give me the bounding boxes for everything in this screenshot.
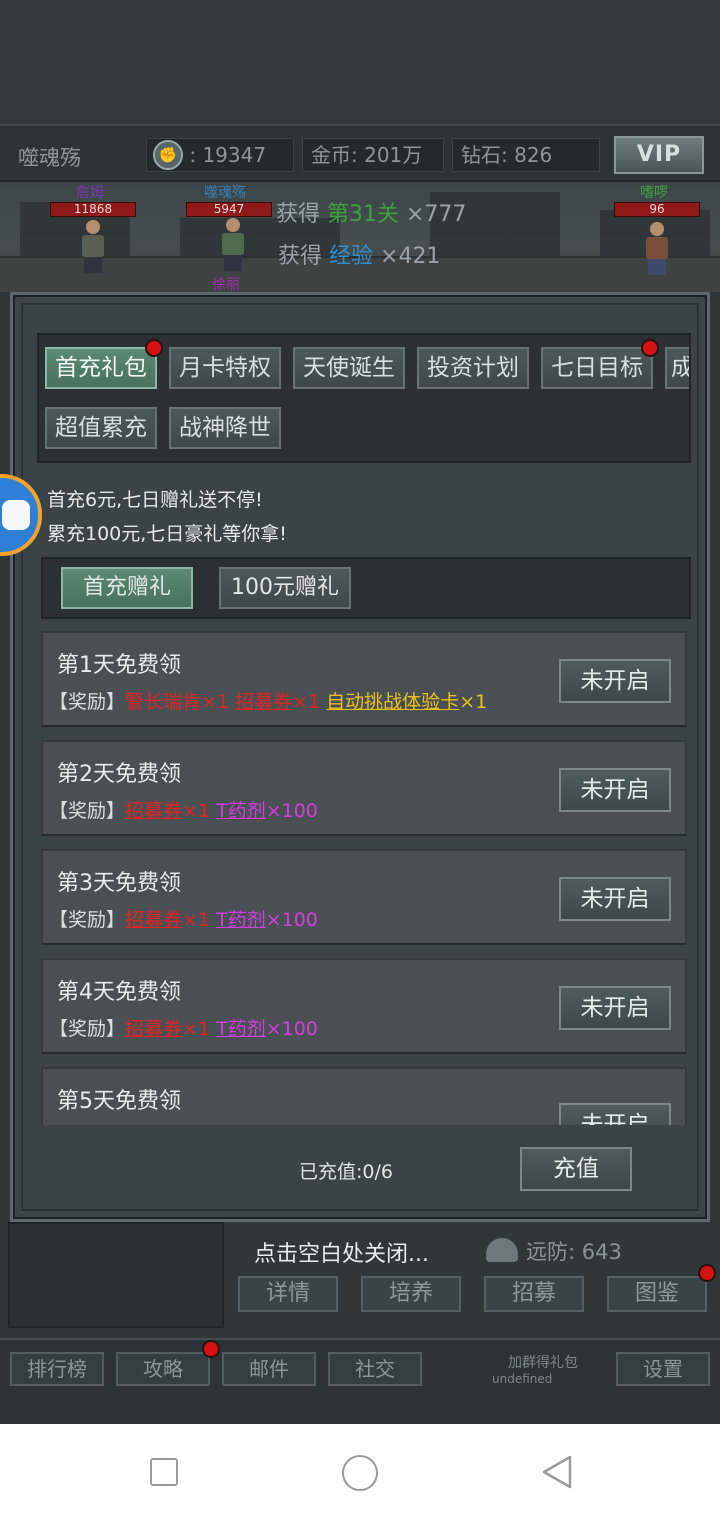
portrait-box <box>8 1222 224 1328</box>
day-card: 第3天免费领 【奖励】招募券×1 T药剂×100 未开启 <box>41 849 687 945</box>
day-reward: 【奖励】招募券×1 T药剂×100 <box>49 800 318 822</box>
unit-name: 徐丽 <box>212 277 240 292</box>
bottom-bar: 排行榜 攻略 邮件 社交 加群得礼包 undefined 设置 <box>0 1338 720 1398</box>
settings-button[interactable]: 设置 <box>616 1352 710 1386</box>
promo-line: 首充6元,七日赠礼送不停! <box>47 489 263 511</box>
details-button[interactable]: 详情 <box>238 1276 338 1312</box>
subtab-100-gift[interactable]: 100元赠礼 <box>219 567 351 609</box>
undefined-text: undefined <box>492 1372 553 1386</box>
day-card: 第5天免费领 未开启 <box>41 1067 687 1125</box>
reward-item[interactable]: 招募券 <box>125 909 182 931</box>
reward-item[interactable]: 警长瑞肯 <box>125 691 201 713</box>
nav-home-icon[interactable] <box>342 1455 378 1491</box>
power-value: : 19347 <box>189 143 267 167</box>
reward-item[interactable]: 招募券 <box>125 800 182 822</box>
reward-item[interactable]: 招募券 <box>235 691 292 713</box>
day-title: 第4天免费领 <box>57 980 181 1005</box>
tab-first-recharge[interactable]: 首充礼包 <box>45 347 157 389</box>
status-area <box>0 0 720 124</box>
close-hint[interactable]: 点击空白处关闭... <box>254 1236 429 1268</box>
diamond-display: 钻石: 826 <box>452 138 600 172</box>
unit-hp-bar: 96 <box>614 202 700 217</box>
unit-hp-bar: 5947 <box>186 202 272 217</box>
unit-name: 噬魂殇 <box>204 185 246 201</box>
claim-button[interactable]: 未开启 <box>559 659 671 703</box>
tab-panel: 首充礼包 月卡特权 天使诞生 投资计划 七日目标 成 超值累充 战神降世 <box>37 333 691 463</box>
reward-item[interactable]: 自动挑战体验卡 <box>326 691 459 713</box>
claim-button[interactable]: 未开启 <box>559 986 671 1030</box>
nav-recents-icon[interactable] <box>150 1458 178 1486</box>
player-name: 噬魂殇 <box>18 146 81 170</box>
tab-angel-birth[interactable]: 天使诞生 <box>293 347 405 389</box>
day-title: 第1天免费领 <box>57 653 181 678</box>
recharge-dialog: 首充礼包 月卡特权 天使诞生 投资计划 七日目标 成 超值累充 战神降世 首充6… <box>10 292 710 1222</box>
lower-hud: 点击空白处关闭... 远防: 643 详情 培养 招募 图鉴 <box>0 1222 720 1338</box>
charged-progress: 已充值:0/6 <box>299 1161 393 1183</box>
reward-list[interactable]: 第1天免费领 【奖励】警长瑞肯×1 招募券×1 自动挑战体验卡×1 未开启 第2… <box>41 631 689 1125</box>
system-nav-bar <box>0 1424 720 1520</box>
promo-text: 首充6元,七日赠礼送不停! 累充100元,七日豪礼等你拿! <box>47 483 287 551</box>
reward-item[interactable]: 招募券 <box>125 1018 182 1040</box>
codex-button[interactable]: 图鉴 <box>607 1276 707 1312</box>
battle-scene: 詹姆 11868 噬魂殇 5947 徐丽 嗜啰 96 获得 第31关 ×777 … <box>0 182 720 292</box>
vip-button[interactable]: VIP <box>614 136 704 174</box>
defense-value: 远防: 643 <box>526 1240 622 1264</box>
claim-button[interactable]: 未开启 <box>559 1103 671 1125</box>
day-reward: 【奖励】招募券×1 T药剂×100 <box>49 909 318 931</box>
recruit-button[interactable]: 招募 <box>484 1276 584 1312</box>
tab-monthly-card[interactable]: 月卡特权 <box>169 347 281 389</box>
social-button[interactable]: 社交 <box>328 1352 422 1386</box>
notification-dot <box>202 1340 220 1358</box>
day-reward: 【奖励】警长瑞肯×1 招募券×1 自动挑战体验卡×1 <box>49 691 488 713</box>
reward-item[interactable]: T药剂 <box>216 909 266 931</box>
guide-button[interactable]: 攻略 <box>116 1352 210 1386</box>
resource-bar: 噬魂殇 ✊ : 19347 金币: 201万 钻石: 826 VIP <box>0 124 720 182</box>
claim-button[interactable]: 未开启 <box>559 877 671 921</box>
promo-line: 累充100元,七日豪礼等你拿! <box>47 523 287 545</box>
mail-button[interactable]: 邮件 <box>222 1352 316 1386</box>
unit-sprite[interactable] <box>80 220 106 274</box>
tab-value-accumulate[interactable]: 超值累充 <box>45 407 157 449</box>
ranking-button[interactable]: 排行榜 <box>10 1352 104 1386</box>
fist-icon: ✊ <box>153 139 183 170</box>
power-display: ✊ : 19347 <box>146 138 294 172</box>
unit-name: 嗜啰 <box>640 185 668 201</box>
day-title: 第2天免费领 <box>57 762 181 787</box>
tab-investment-plan[interactable]: 投资计划 <box>417 347 529 389</box>
bottom-strip <box>0 1398 720 1424</box>
tab-growth[interactable]: 成 <box>665 347 689 389</box>
sub-tab-panel: 首充赠礼 100元赠礼 <box>41 557 691 619</box>
reward-item[interactable]: T药剂 <box>216 800 266 822</box>
day-card: 第2天免费领 【奖励】招募券×1 T药剂×100 未开启 <box>41 740 687 836</box>
day-title: 第3天免费领 <box>57 871 181 896</box>
notification-dot <box>641 339 659 357</box>
nav-back-icon[interactable] <box>540 1454 574 1490</box>
gain-message: 获得 第31关 ×777 <box>276 202 467 227</box>
day-card: 第4天免费领 【奖励】招募券×1 T药剂×100 未开启 <box>41 958 687 1054</box>
unit-name: 詹姆 <box>76 185 104 201</box>
train-button[interactable]: 培养 <box>361 1276 461 1312</box>
unit-hp-bar: 11868 <box>50 202 136 217</box>
day-reward: 【奖励】招募券×1 T药剂×100 <box>49 1018 318 1040</box>
day-card: 第1天免费领 【奖励】警长瑞肯×1 招募券×1 自动挑战体验卡×1 未开启 <box>41 631 687 727</box>
gold-display: 金币: 201万 <box>302 138 444 172</box>
tab-seven-day-goal[interactable]: 七日目标 <box>541 347 653 389</box>
enemy-sprite[interactable] <box>644 222 670 276</box>
claim-button[interactable]: 未开启 <box>559 768 671 812</box>
unit-sprite[interactable] <box>220 218 246 272</box>
group-gift-link[interactable]: 加群得礼包 <box>508 1352 578 1372</box>
reward-item[interactable]: T药剂 <box>216 1018 266 1040</box>
day-title: 第5天免费领 <box>57 1089 181 1114</box>
recharge-button[interactable]: 充值 <box>520 1147 632 1191</box>
gain-message: 获得 经验 ×421 <box>278 244 441 269</box>
helmet-icon <box>486 1238 518 1262</box>
notification-dot <box>145 339 163 357</box>
subtab-first-gift[interactable]: 首充赠礼 <box>61 567 193 609</box>
tab-war-god[interactable]: 战神降世 <box>169 407 281 449</box>
notification-dot <box>698 1264 716 1282</box>
